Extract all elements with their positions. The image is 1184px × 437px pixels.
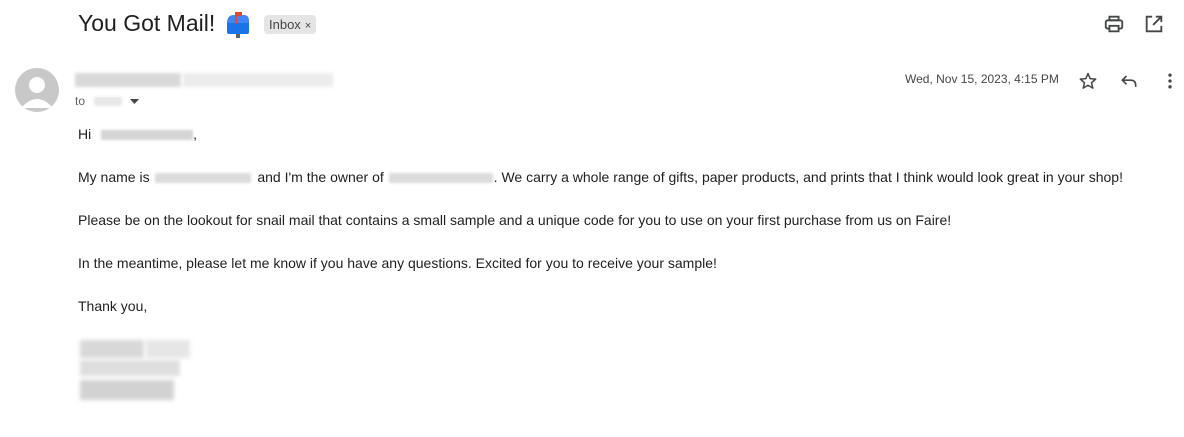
sender-name-redacted-inline — [155, 173, 252, 184]
mailbox-icon — [227, 12, 249, 38]
remove-label-button[interactable]: × — [305, 20, 311, 32]
body-text: My name is — [78, 169, 150, 185]
body-text: and I'm the owner of — [257, 169, 384, 185]
signature-redacted — [68, 336, 194, 406]
greeting-text: Hi — [78, 126, 92, 142]
open-in-new-window-icon[interactable] — [1143, 13, 1165, 35]
shop-name-redacted — [388, 173, 493, 184]
chevron-down-icon[interactable] — [129, 98, 139, 105]
recipient-line[interactable]: to — [75, 94, 139, 108]
label-chip-inbox[interactable]: Inbox × — [264, 15, 317, 34]
sender-name-redacted — [75, 73, 181, 87]
body-paragraph-3: In the meantime, please let me know if y… — [78, 255, 717, 271]
avatar[interactable] — [15, 68, 59, 112]
star-icon[interactable] — [1078, 71, 1098, 91]
print-icon[interactable] — [1103, 13, 1125, 35]
more-vertical-icon[interactable] — [1160, 71, 1180, 91]
label-chip-text: Inbox — [269, 17, 301, 32]
greeting-comma: , — [193, 126, 198, 142]
email-subject: You Got Mail! — [78, 10, 216, 36]
sender-email-redacted — [183, 73, 333, 87]
body-paragraph-2: Please be on the lookout for snail mail … — [78, 212, 952, 228]
recipient-name-redacted — [101, 130, 194, 141]
to-label: to — [75, 94, 86, 108]
reply-icon[interactable] — [1119, 71, 1139, 91]
recipient-redacted — [94, 97, 123, 107]
greeting-line: Hi , — [78, 126, 197, 142]
person-icon — [21, 77, 53, 108]
body-text: . We carry a whole range of gifts, paper… — [493, 169, 1123, 185]
email-date: Wed, Nov 15, 2023, 4:15 PM — [905, 72, 1059, 86]
closing-line: Thank you, — [78, 298, 148, 314]
body-paragraph-1: My name is and I'm the owner of . We car… — [78, 169, 1123, 185]
